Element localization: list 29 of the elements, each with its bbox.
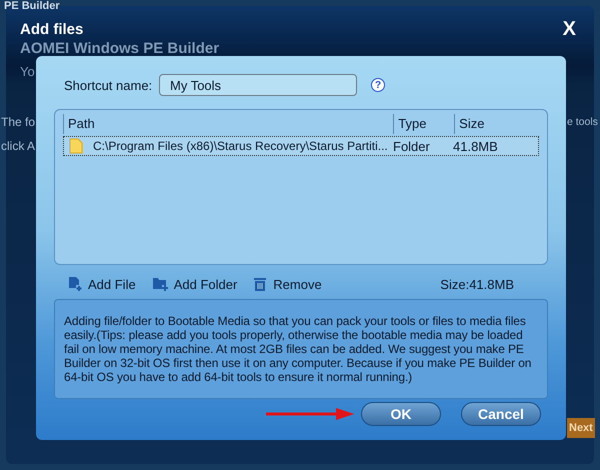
- total-size: Size:41.8MB: [440, 276, 514, 292]
- add-file-button[interactable]: Add File: [68, 276, 136, 292]
- trash-icon: [253, 276, 268, 292]
- add-folder-button[interactable]: Add Folder: [152, 276, 238, 292]
- app-heading: AOMEI Windows PE Builder: [20, 40, 220, 57]
- info-text: Adding file/folder to Bootable Media so that you can pack your tools or files to media files easily.(Tips: please add you tools properly, otherwise the bootable media may be loaded fail on low memory machine. At most 2GB files can be added. We suggest you make PE Builder on 32-bit OS first then use it on any computer. Because if you make PE Builder on 64-bit OS you have to add 64-bit tools to ensure it normal running.): [54, 299, 548, 399]
- app-text: e tools: [567, 116, 598, 128]
- file-row[interactable]: C:\Program Files (x86)\Starus Recovery\Starus Partiti... Folder 41.8MB: [63, 136, 539, 156]
- folder-icon: [69, 138, 83, 154]
- ok-button[interactable]: OK: [361, 402, 441, 426]
- close-button[interactable]: X: [558, 18, 580, 41]
- table-cell-text: 41.8MB: [453, 138, 499, 154]
- table-cell-text: C:\Program Files (x86)\Starus Recovery\Starus Partiti...: [93, 139, 389, 153]
- add-file-icon: [68, 276, 82, 292]
- column-header[interactable]: Size: [454, 114, 539, 134]
- help-button[interactable]: ?: [371, 78, 385, 92]
- column-header[interactable]: Type: [393, 114, 454, 134]
- column-header[interactable]: Path: [63, 114, 394, 134]
- shortcut-label: Shortcut name:: [64, 78, 154, 92]
- app-text: The fo: [1, 115, 36, 129]
- app-text: click A: [1, 139, 36, 153]
- table-cell-text: Folder: [393, 138, 431, 154]
- dialog-title: Add files: [20, 21, 84, 38]
- shortcut-name-field[interactable]: My Tools: [159, 74, 357, 96]
- add-folder-icon: [152, 277, 168, 291]
- app-subtitle: Yo: [20, 64, 35, 79]
- app-title: PE Builder: [4, 0, 60, 12]
- cancel-button[interactable]: Cancel: [461, 402, 541, 426]
- remove-button[interactable]: Remove: [253, 276, 322, 292]
